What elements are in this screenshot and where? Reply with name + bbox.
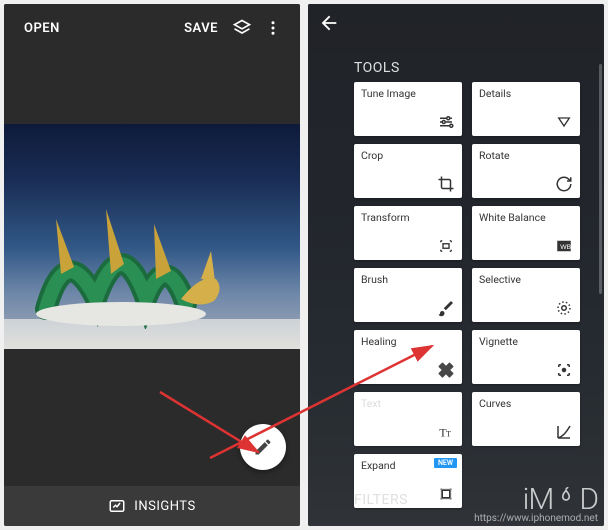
tool-details[interactable]: Details [472, 82, 580, 136]
photo-subject [26, 179, 236, 329]
more-icon[interactable] [258, 13, 288, 43]
save-button[interactable]: SAVE [176, 15, 226, 42]
tool-text[interactable]: Text TT [354, 392, 462, 446]
screen-tools: TOOLS Tune Image Details Crop [308, 4, 604, 526]
insights-bar[interactable]: INSIGHTS [4, 486, 300, 526]
watermark: iMD https://www.iphonemod.net [474, 482, 598, 524]
text-icon: TT [437, 423, 455, 441]
editor-topbar: OPEN SAVE [4, 4, 300, 52]
crop-icon [437, 175, 455, 193]
selective-icon [555, 299, 573, 317]
photo-preview[interactable] [4, 124, 300, 349]
tool-transform[interactable]: Transform [354, 206, 462, 260]
insights-icon [108, 497, 126, 515]
tool-curves[interactable]: Curves [472, 392, 580, 446]
tool-healing[interactable]: Healing [354, 330, 462, 384]
watermark-logo: iMD [474, 482, 598, 517]
vignette-icon [555, 361, 573, 379]
new-badge: NEW [434, 458, 457, 468]
pencil-icon [253, 437, 273, 457]
tool-brush[interactable]: Brush [354, 268, 462, 322]
tool-white-balance[interactable]: White Balance WB [472, 206, 580, 260]
svg-text:T: T [446, 430, 451, 439]
wb-icon: WB [555, 237, 573, 255]
watermark-url: https://www.iphonemod.net [474, 513, 598, 524]
triangle-down-icon [555, 113, 573, 131]
edit-fab[interactable] [240, 424, 286, 470]
layers-icon[interactable] [226, 12, 258, 44]
tools-grid: Tune Image Details Crop Rotate [354, 82, 580, 508]
open-button[interactable]: OPEN [16, 15, 68, 42]
insights-label: INSIGHTS [134, 499, 195, 514]
rotate-icon [555, 175, 573, 193]
back-button[interactable] [318, 12, 340, 38]
transform-icon [437, 237, 455, 255]
tool-crop[interactable]: Crop [354, 144, 462, 198]
tool-tune-image[interactable]: Tune Image [354, 82, 462, 136]
curves-icon [555, 423, 573, 441]
healing-icon [437, 361, 455, 379]
scrollbar[interactable] [599, 64, 602, 294]
screen-editor: OPEN SAVE [4, 4, 300, 526]
tool-selective[interactable]: Selective [472, 268, 580, 322]
filters-heading: FILTERS [354, 492, 408, 508]
tool-vignette[interactable]: Vignette [472, 330, 580, 384]
expand-icon [437, 485, 455, 503]
tool-rotate[interactable]: Rotate [472, 144, 580, 198]
arrow-left-icon [318, 12, 340, 34]
tools-heading: TOOLS [354, 60, 400, 76]
svg-text:WB: WB [560, 244, 571, 251]
brush-icon [437, 299, 455, 317]
sliders-icon [437, 113, 455, 131]
